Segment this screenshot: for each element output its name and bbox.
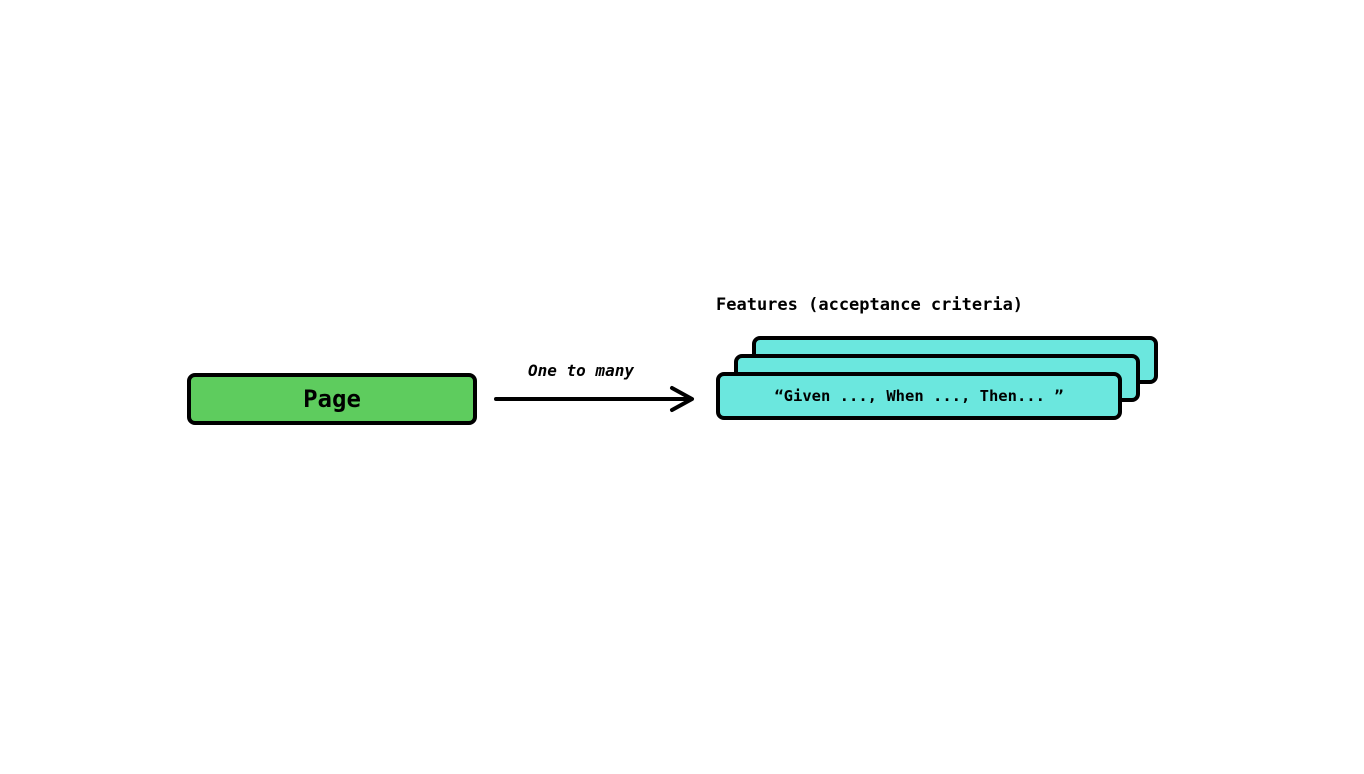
page-entity-label: Page	[303, 385, 361, 413]
features-stack-title: Features (acceptance criteria)	[716, 295, 1023, 315]
diagram-canvas: Page One to many Features (acceptance cr…	[0, 0, 1364, 774]
feature-card-text: “Given ..., When ..., Then... ”	[774, 387, 1063, 405]
feature-card-front: “Given ..., When ..., Then... ”	[716, 372, 1122, 420]
arrow-icon	[494, 384, 704, 414]
relationship-label: One to many	[528, 361, 634, 380]
page-entity-box: Page	[187, 373, 477, 425]
